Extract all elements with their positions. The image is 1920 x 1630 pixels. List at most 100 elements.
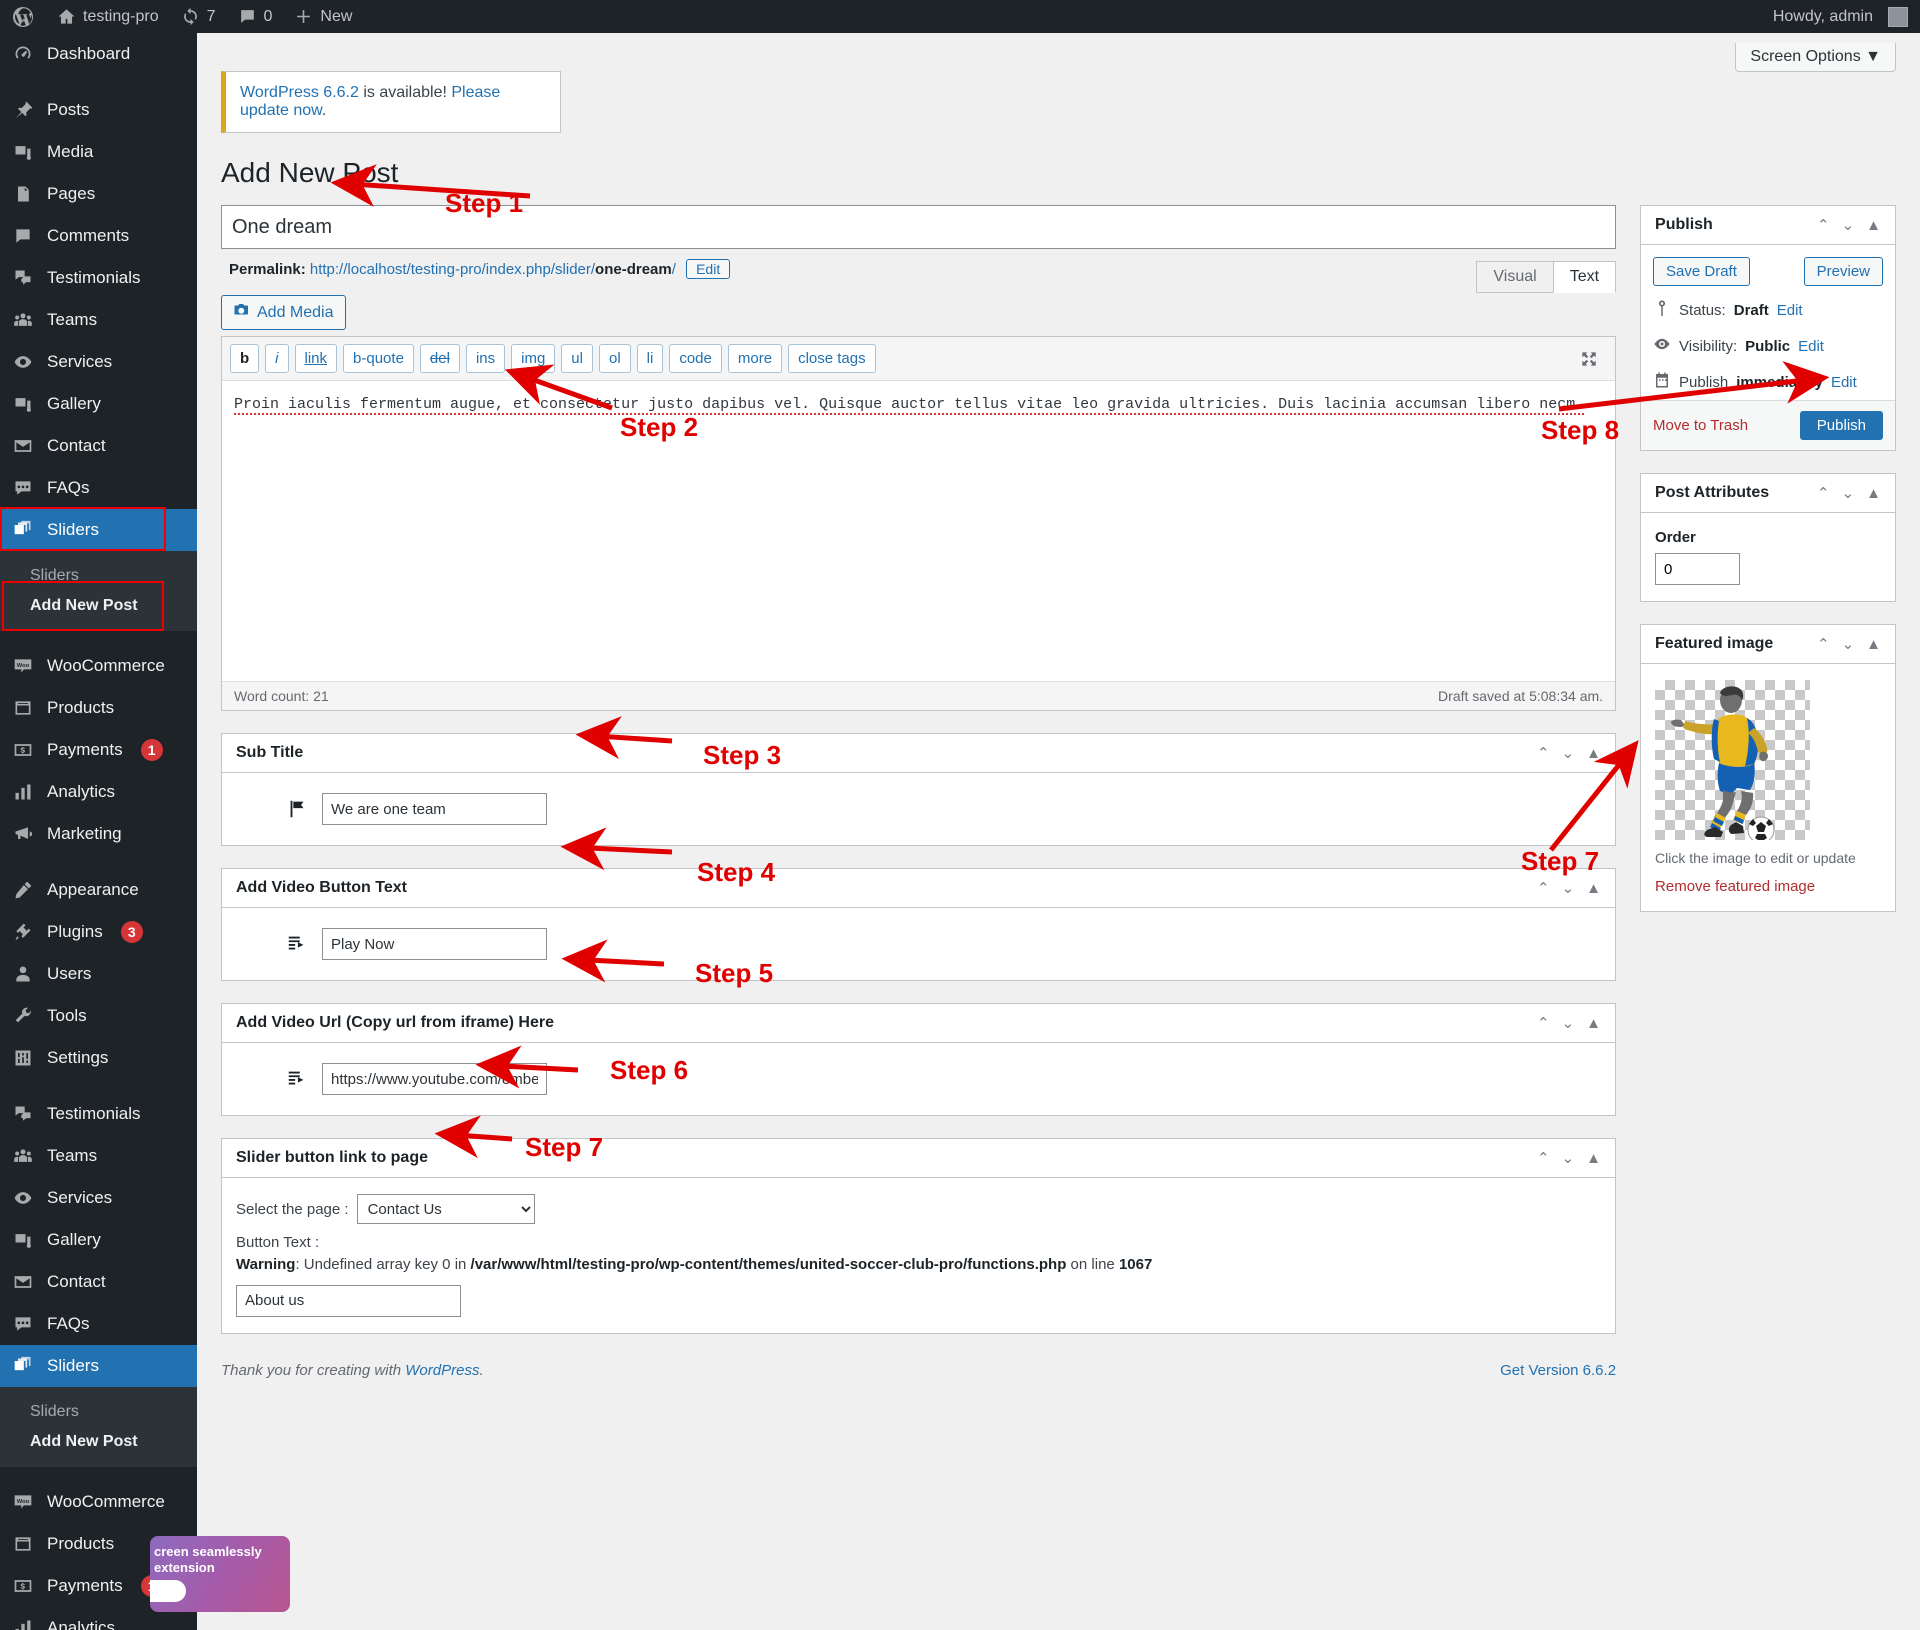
permalink-link[interactable]: http://localhost/testing-pro/index.php/s…	[310, 261, 676, 278]
move-down-icon[interactable]: ⌄	[1562, 1016, 1575, 1031]
quicktag-ol[interactable]: ol	[598, 344, 631, 374]
move-up-icon[interactable]: ⌃	[1537, 1151, 1550, 1166]
quicktag-i[interactable]: i	[265, 344, 289, 374]
sidebar-item-dashboard[interactable]: Dashboard	[0, 33, 197, 75]
move-up-icon[interactable]: ⌃	[1537, 881, 1550, 896]
edit-status-link[interactable]: Edit	[1777, 302, 1803, 319]
wordpress-logo-icon[interactable]	[0, 0, 46, 33]
sidebar-item-appearance[interactable]: Appearance	[0, 869, 197, 911]
sidebar-item-sliders[interactable]: Sliders	[0, 1345, 197, 1387]
my-account-menu[interactable]: Howdy, admin	[1762, 0, 1920, 33]
move-to-trash-link[interactable]: Move to Trash	[1653, 417, 1748, 434]
move-up-icon[interactable]: ⌃	[1817, 637, 1830, 652]
sidebar-item-plugins[interactable]: Plugins 3	[0, 911, 197, 953]
tab-visual[interactable]: Visual	[1476, 261, 1554, 294]
preview-button[interactable]: Preview	[1803, 257, 1883, 287]
order-input[interactable]	[1655, 553, 1741, 586]
move-up-icon[interactable]: ⌃	[1537, 1016, 1550, 1031]
sidebar-item-marketing[interactable]: Marketing	[0, 813, 197, 855]
sidebar-item-woocommerce[interactable]: Woo WooCommerce	[0, 645, 197, 687]
sidebar-item-teams[interactable]: Teams	[0, 1135, 197, 1177]
toggle-panel-icon[interactable]: ▲	[1866, 486, 1881, 501]
quicktag-del[interactable]: del	[419, 344, 460, 374]
post-content-textarea[interactable]: Proin iaculis fermentum augue, et consec…	[222, 381, 1615, 681]
quicktag-close-tags[interactable]: close tags	[788, 344, 876, 374]
sidebar-item-sliders[interactable]: Sliders	[0, 509, 197, 551]
publish-button[interactable]: Publish	[1799, 411, 1883, 441]
sidebar-item-services[interactable]: Services	[0, 1177, 197, 1219]
move-up-icon[interactable]: ⌃	[1817, 218, 1830, 233]
quicktag-code[interactable]: code	[669, 344, 722, 374]
move-up-icon[interactable]: ⌃	[1817, 486, 1830, 501]
quicktag-link[interactable]: link	[294, 344, 338, 374]
sidebar-item-analytics[interactable]: Analytics	[0, 771, 197, 813]
move-up-icon[interactable]: ⌃	[1537, 746, 1550, 761]
sidebar-item-faqs[interactable]: FAQs	[0, 1303, 197, 1345]
sidebar-item-contact[interactable]: Contact	[0, 425, 197, 467]
video-url-input[interactable]	[322, 1063, 547, 1096]
video-button-text-input[interactable]	[322, 928, 547, 961]
toggle-panel-icon[interactable]: ▲	[1586, 1016, 1601, 1031]
edit-permalink-button[interactable]: Edit	[686, 259, 731, 280]
save-draft-button[interactable]: Save Draft	[1653, 257, 1750, 287]
toggle-panel-icon[interactable]: ▲	[1586, 881, 1601, 896]
sidebar-item-testimonials[interactable]: Testimonials	[0, 257, 197, 299]
screen-options-toggle[interactable]: Screen Options ▼	[1735, 43, 1896, 72]
sidebar-item-media[interactable]: Media	[0, 131, 197, 173]
submenu-heading-sliders[interactable]: Sliders	[0, 561, 197, 591]
sidebar-item-testimonials[interactable]: Testimonials	[0, 1093, 197, 1135]
sidebar-item-woocommerce[interactable]: Woo WooCommerce	[0, 1481, 197, 1523]
move-down-icon[interactable]: ⌄	[1562, 1151, 1575, 1166]
quicktag-b-quote[interactable]: b-quote	[343, 344, 414, 374]
submenu-heading-sliders[interactable]: Sliders	[0, 1397, 197, 1427]
move-down-icon[interactable]: ⌄	[1562, 746, 1575, 761]
sidebar-item-teams[interactable]: Teams	[0, 299, 197, 341]
sub-title-input[interactable]	[322, 793, 547, 826]
fullscreen-icon[interactable]	[1579, 349, 1607, 369]
sidebar-item-posts[interactable]: Posts	[0, 89, 197, 131]
toggle-panel-icon[interactable]: ▲	[1586, 746, 1601, 761]
toggle-panel-icon[interactable]: ▲	[1866, 637, 1881, 652]
move-down-icon[interactable]: ⌄	[1842, 637, 1855, 652]
sidebar-item-products[interactable]: Products	[0, 687, 197, 729]
move-down-icon[interactable]: ⌄	[1842, 218, 1855, 233]
add-media-button[interactable]: Add Media	[221, 295, 346, 331]
move-down-icon[interactable]: ⌄	[1562, 881, 1575, 896]
toggle-panel-icon[interactable]: ▲	[1586, 1151, 1601, 1166]
edit-publish-time-link[interactable]: Edit	[1831, 374, 1857, 391]
promo-button[interactable]	[150, 1580, 186, 1602]
tab-text[interactable]: Text	[1552, 261, 1617, 294]
quicktag-ul[interactable]: ul	[561, 344, 593, 374]
remove-featured-image-link[interactable]: Remove featured image	[1655, 878, 1881, 895]
comments-indicator[interactable]: 0	[227, 0, 284, 33]
sidebar-item-gallery[interactable]: Gallery	[0, 1219, 197, 1261]
sidebar-item-services[interactable]: Services	[0, 341, 197, 383]
quicktag-more[interactable]: more	[727, 344, 783, 374]
wordpress-link[interactable]: WordPress	[405, 1362, 479, 1379]
quicktag-li[interactable]: li	[636, 344, 664, 374]
site-name-menu[interactable]: testing-pro	[46, 0, 170, 33]
move-down-icon[interactable]: ⌄	[1842, 486, 1855, 501]
sidebar-item-payments[interactable]: Payments 1	[0, 729, 197, 771]
quicktag-ins[interactable]: ins	[465, 344, 506, 374]
sidebar-item-tools[interactable]: Tools	[0, 995, 197, 1037]
sidebar-item-settings[interactable]: Settings	[0, 1037, 197, 1079]
quicktag-b[interactable]: b	[230, 344, 260, 374]
post-title-input[interactable]	[221, 205, 1617, 250]
new-content-menu[interactable]: New	[283, 0, 363, 33]
sidebar-item-users[interactable]: Users	[0, 953, 197, 995]
sidebar-item-comments[interactable]: Comments	[0, 215, 197, 257]
promo-widget[interactable]: creen seamlessly extension	[150, 1536, 290, 1612]
updates-indicator[interactable]: 7	[170, 0, 227, 33]
submenu-item-add-new-post[interactable]: Add New Post	[0, 1427, 197, 1457]
sidebar-item-faqs[interactable]: FAQs	[0, 467, 197, 509]
sidebar-item-pages[interactable]: Pages	[0, 173, 197, 215]
submenu-item-add-new-post[interactable]: Add New Post	[0, 591, 197, 621]
admin-sidebar-menu[interactable]: Dashboard Posts Media Pages Comments Testimon…	[0, 33, 197, 1630]
get-version-link[interactable]: Get Version 6.6.2	[1500, 1362, 1616, 1379]
toggle-panel-icon[interactable]: ▲	[1866, 218, 1881, 233]
sidebar-item-gallery[interactable]: Gallery	[0, 383, 197, 425]
quicktag-img[interactable]: img	[511, 344, 556, 374]
wordpress-version-link[interactable]: WordPress 6.6.2	[240, 84, 359, 101]
featured-image-thumbnail[interactable]	[1655, 680, 1811, 841]
